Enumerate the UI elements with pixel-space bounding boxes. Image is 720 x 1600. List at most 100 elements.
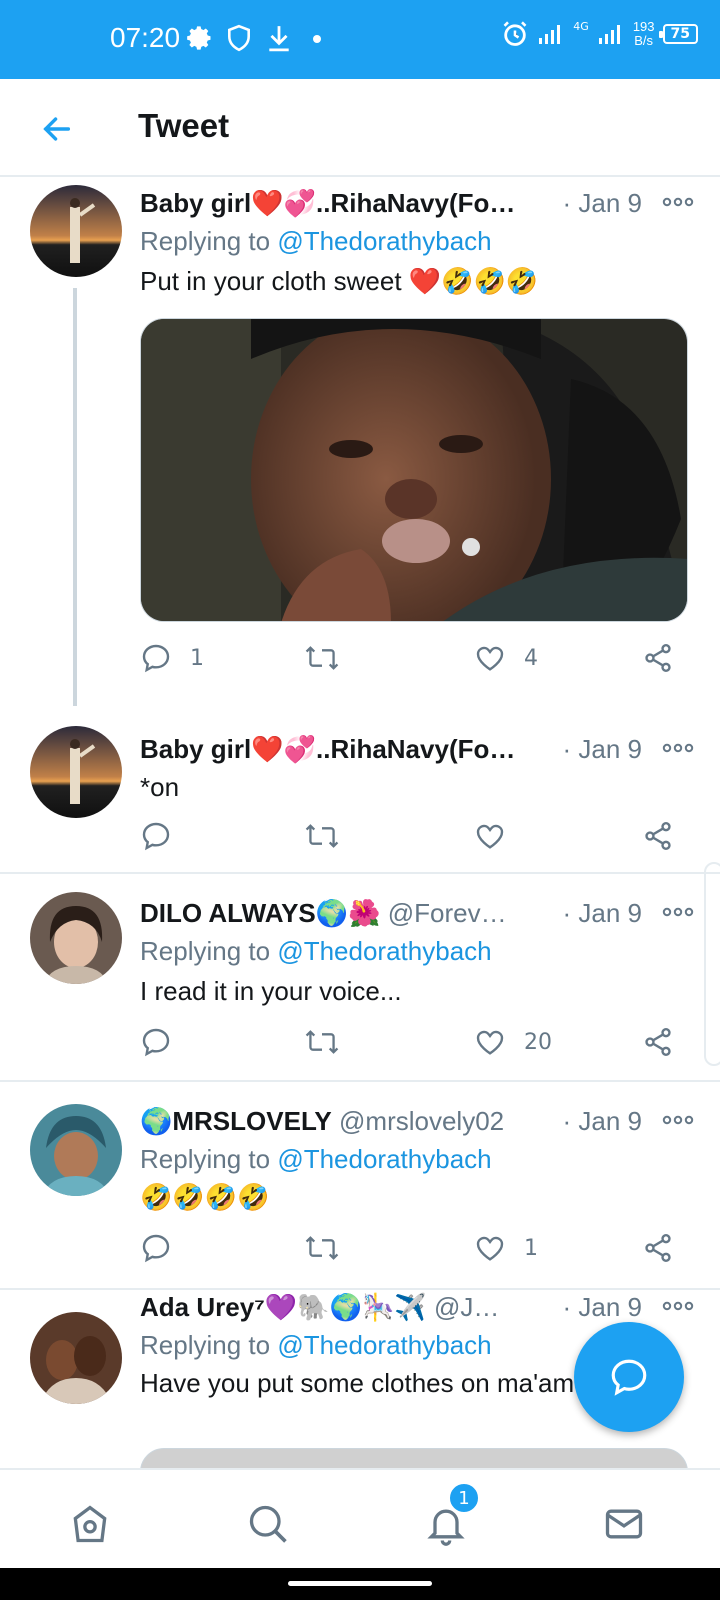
like-button[interactable]: 1 — [474, 1232, 538, 1264]
nav-home[interactable] — [62, 1496, 118, 1552]
reply-button[interactable] — [140, 820, 172, 852]
retweet-button[interactable] — [304, 820, 340, 852]
share-button[interactable] — [642, 820, 674, 852]
reply-button[interactable] — [140, 1232, 172, 1264]
display-name[interactable]: Ada Urey⁷💜🐘🌍🎠✈️ — [140, 1292, 427, 1322]
tweet-item[interactable]: Baby girl❤️💞..RihaNavy(Fo… · Jan 9 Reply… — [0, 180, 720, 710]
more-options-icon[interactable] — [662, 194, 694, 210]
tweet-header: DILO ALWAYS🌍🌺 @Forev… · Jan 9 — [140, 898, 694, 930]
media-photo — [141, 319, 687, 621]
tweet-date[interactable]: · Jan 9 — [556, 1106, 642, 1137]
tweet-actions: 1 — [140, 1232, 690, 1268]
share-button[interactable] — [642, 1232, 674, 1264]
like-count: 4 — [524, 645, 538, 671]
compose-reply-button[interactable] — [574, 1322, 684, 1432]
avatar-image — [30, 892, 122, 984]
avatar[interactable] — [30, 892, 122, 984]
mention-link[interactable]: @Thedorathybach — [277, 1330, 491, 1360]
tweet-date[interactable]: · Jan 9 — [556, 1292, 642, 1323]
battery-indicator: 75 — [658, 24, 698, 44]
display-name[interactable]: Baby girl❤️💞..RihaNavy(Fo… — [140, 188, 515, 218]
net-speed-unit: B/s — [634, 33, 654, 48]
replying-to: Replying to @Thedorathybach — [140, 936, 492, 967]
bottom-navigation: 1 — [0, 1468, 720, 1568]
nav-notifications[interactable]: 1 — [418, 1482, 480, 1552]
display-name[interactable]: DILO ALWAYS🌍🌺 — [140, 898, 381, 928]
heart-icon — [476, 1030, 504, 1055]
share-button[interactable] — [642, 642, 674, 674]
back-arrow-icon[interactable] — [40, 112, 74, 146]
tweet-date[interactable]: · Jan 9 — [556, 188, 642, 219]
more-options-icon[interactable] — [662, 904, 694, 920]
like-button[interactable]: 20 — [474, 1026, 552, 1058]
retweet-button[interactable] — [304, 1232, 340, 1264]
shield-icon — [228, 24, 250, 52]
avatar[interactable] — [30, 1104, 122, 1196]
user-handle[interactable]: @Forev… — [388, 898, 507, 928]
reply-button[interactable]: 1 — [140, 642, 204, 674]
thread-connector — [73, 288, 77, 706]
net-speed-value: 193 — [632, 19, 655, 34]
avatar[interactable] — [30, 185, 122, 277]
reply-bubble-icon — [611, 1359, 647, 1396]
replying-label: Replying to — [140, 1330, 271, 1360]
share-button[interactable] — [642, 1026, 674, 1058]
retweet-icon — [305, 1030, 339, 1054]
tweet-item[interactable]: 🌍MRSLOVELY @mrslovely02 · Jan 9 Replying… — [0, 1084, 720, 1290]
more-options-icon[interactable] — [662, 1112, 694, 1128]
mention-link[interactable]: @Thedorathybach — [277, 1144, 491, 1174]
avatar-image — [30, 726, 122, 818]
tweet-text: Have you put some clothes on ma'am — [140, 1368, 575, 1398]
search-icon — [249, 1505, 287, 1543]
reply-button[interactable] — [140, 1026, 172, 1058]
signal-icon-2 — [598, 25, 620, 44]
mention-link[interactable]: @Thedorathybach — [277, 226, 491, 256]
like-button[interactable]: 4 — [474, 642, 538, 674]
retweet-icon — [305, 646, 339, 670]
tweet-text: *on — [140, 772, 180, 802]
tweet-media-image[interactable] — [140, 318, 688, 622]
tweet-header: Baby girl❤️💞..RihaNavy(Fo… · Jan 9 — [140, 188, 694, 220]
tweet-media-image[interactable] — [140, 1448, 688, 1468]
avatar[interactable] — [30, 1312, 122, 1404]
tweet-date[interactable]: · Jan 9 — [556, 898, 642, 929]
mail-icon — [605, 1509, 643, 1539]
replying-to: Replying to @Thedorathybach — [140, 226, 492, 257]
status-right: 4G 193 B/s 75 — [501, 20, 698, 48]
tweet-text: 🤣🤣🤣🤣 — [140, 1182, 270, 1212]
display-name[interactable]: Baby girl❤️💞..RihaNavy(Fo… — [140, 734, 515, 764]
share-icon — [645, 644, 671, 672]
gear-icon — [187, 26, 211, 50]
nav-messages[interactable] — [596, 1496, 652, 1552]
tweet-item[interactable]: Baby girl❤️💞..RihaNavy(Fo… · Jan 9 *on — [0, 710, 720, 874]
avatar[interactable] — [30, 726, 122, 818]
home-gesture-pill[interactable] — [288, 1581, 432, 1586]
tweet-header: 🌍MRSLOVELY @mrslovely02 · Jan 9 — [140, 1106, 694, 1138]
like-button[interactable] — [474, 820, 506, 852]
retweet-button[interactable] — [304, 1026, 340, 1058]
tweet-date[interactable]: · Jan 9 — [556, 734, 642, 765]
more-options-icon[interactable] — [662, 1298, 694, 1314]
nav-search[interactable] — [240, 1496, 296, 1552]
retweet-icon — [305, 824, 339, 848]
signal-icon — [539, 25, 561, 44]
status-bar: 07:20 4G 193 B/s 75 — [0, 0, 720, 79]
tweet-item[interactable]: DILO ALWAYS🌍🌺 @Forev… · Jan 9 Replying t… — [0, 876, 720, 1082]
home-icon — [73, 1505, 107, 1543]
page-title: Tweet — [138, 107, 230, 144]
notification-badge: 1 — [448, 1482, 480, 1514]
avatar-image — [30, 1312, 122, 1404]
dot-icon — [313, 35, 321, 43]
user-handle[interactable]: @mrslovely02 — [339, 1106, 504, 1136]
reply-icon — [142, 822, 170, 851]
tweet-actions: 20 — [140, 1026, 690, 1062]
more-options-icon[interactable] — [662, 740, 694, 756]
user-handle[interactable]: @J… — [434, 1292, 499, 1322]
heart-icon — [476, 1236, 504, 1261]
tweet-header: Ada Urey⁷💜🐘🌍🎠✈️ @J… · Jan 9 — [140, 1292, 694, 1324]
heart-icon — [476, 646, 504, 671]
retweet-button[interactable] — [304, 642, 340, 674]
mention-link[interactable]: @Thedorathybach — [277, 936, 491, 966]
replying-to: Replying to @Thedorathybach — [140, 1144, 492, 1175]
display-name[interactable]: 🌍MRSLOVELY — [140, 1106, 332, 1136]
